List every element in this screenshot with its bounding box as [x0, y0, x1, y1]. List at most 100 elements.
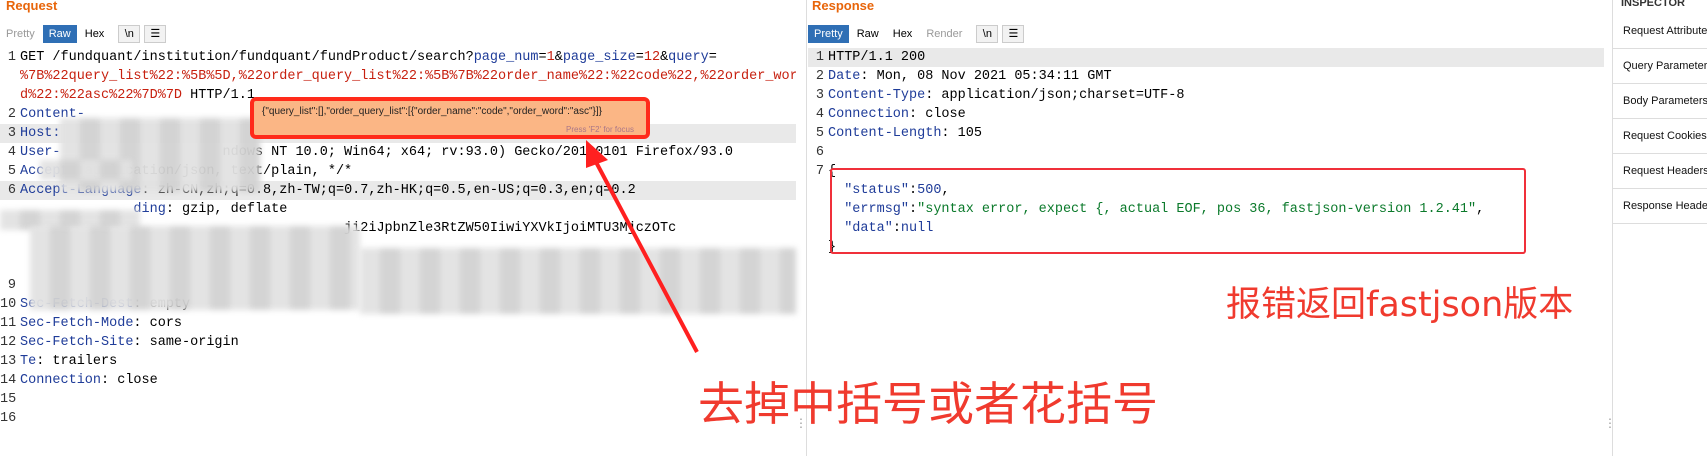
code-token: : gzip, deflate [165, 202, 288, 217]
code-token: : same-origin [133, 335, 239, 350]
inspector-item-request-headers[interactable]: Request Headers [1613, 154, 1707, 189]
code-token: 12 [643, 50, 661, 65]
line-content: Connection: close [828, 105, 1604, 124]
code-token: HTTP/1.1 200 [828, 50, 926, 65]
bracket-note: 去掉中括号或者花括号 [698, 377, 1158, 431]
line-number: 6 [815, 145, 824, 160]
line-content: Content-Type: application/json;charset=U… [828, 86, 1604, 105]
line-number: 7 [815, 164, 824, 179]
line-content: Te: trailers [20, 352, 796, 371]
inspector-item-request-attributes[interactable]: Request Attributes [1613, 14, 1707, 49]
hamburger-icon[interactable]: ☰ [144, 25, 167, 43]
line-number: 12 [0, 335, 17, 350]
request-pane-title: Request [6, 0, 58, 13]
line-content: Connection: close [20, 371, 796, 390]
inspector-item-response-headers[interactable]: Response Headers [1613, 189, 1707, 224]
hamburger-icon[interactable]: ☰ [1002, 25, 1025, 43]
code-token: 1 [546, 50, 555, 65]
code-token: page_size [562, 50, 636, 65]
line-content: %7B%22query_list%22:%5B%5D,%22order_quer… [20, 67, 796, 86]
tooltip-text: {"query_list":[],"order_query_list":[{"o… [262, 106, 602, 117]
line-number: 11 [0, 316, 17, 331]
tab-pretty[interactable]: Pretty [808, 25, 849, 43]
code-token: = [708, 50, 717, 65]
line-number [808, 181, 824, 200]
line-number: 6 [7, 183, 16, 198]
redacted-area [360, 248, 796, 314]
line-number [0, 86, 16, 105]
inspector-item-query-parameters[interactable]: Query Parameters [1613, 49, 1707, 84]
tab-render[interactable]: Render [920, 25, 968, 43]
redacted-area [60, 118, 260, 192]
request-toolbar: Pretty Raw Hex \n ☰ [0, 24, 167, 44]
line-number: 5 [815, 126, 824, 141]
code-token: = [538, 50, 547, 65]
code-token: : close [909, 107, 966, 122]
code-token: : trailers [36, 354, 118, 369]
error-highlight-box [830, 168, 1526, 254]
code-line[interactable]: 2 Date: Mon, 08 Nov 2021 05:34:11 GMT [808, 67, 1604, 86]
code-token: : application/json;charset=UTF-8 [925, 88, 1185, 103]
inspector-item-request-cookies[interactable]: Request Cookies [1613, 119, 1707, 154]
line-number: 10 [0, 297, 17, 312]
code-line[interactable]: 15 [0, 390, 796, 409]
code-token: page_num [473, 50, 539, 65]
code-token: : close [101, 373, 158, 388]
code-line[interactable]: 1 GET /fundquant/institution/fundquant/fu… [0, 48, 796, 67]
line-number [0, 238, 16, 257]
redacted-area [30, 226, 360, 310]
line-number: 14 [0, 373, 17, 388]
line-number: 4 [815, 107, 824, 122]
line-content: HTTP/1.1 200 [828, 48, 1604, 67]
inspector-panel: INSPECTOR Request Attributes Query Param… [1612, 0, 1707, 456]
response-pane-title: Response [812, 0, 875, 13]
code-line[interactable]: 4 Connection: close [808, 105, 1604, 124]
line-content: Date: Mon, 08 Nov 2021 05:34:11 GMT [828, 67, 1604, 86]
inspector-item-body-parameters[interactable]: Body Parameters [1613, 84, 1707, 119]
code-token: : cors [133, 316, 183, 331]
code-line[interactable]: 14 Connection: close [0, 371, 796, 390]
code-line[interactable]: 3 Content-Type: application/json;charset=… [808, 86, 1604, 105]
line-content [20, 390, 796, 409]
decoded-query-tooltip: {"query_list":[],"order_query_list":[{"o… [250, 97, 650, 139]
line-number: 1 [815, 50, 824, 65]
tab-hex[interactable]: Hex [887, 25, 919, 43]
newline-toggle-button[interactable]: \n [976, 25, 999, 43]
line-number: 15 [0, 392, 17, 407]
code-line[interactable]: 11 Sec-Fetch-Mode: cors [0, 314, 796, 333]
tab-raw[interactable]: Raw [851, 25, 885, 43]
code-line[interactable]: 5 Content-Length: 105 [808, 124, 1604, 143]
line-number: 3 [815, 88, 824, 103]
code-line[interactable]: %7B%22query_list%22:%5B%5D,%22order_quer… [0, 67, 796, 86]
tooltip-hint: Press 'F2' for focus [566, 125, 634, 134]
tab-hex[interactable]: Hex [79, 25, 111, 43]
line-content: Content-Length: 105 [828, 124, 1604, 143]
code-token: : Mon, 08 Nov 2021 05:34:11 GMT [860, 69, 1112, 84]
line-number: 4 [7, 145, 16, 160]
line-number [808, 219, 824, 238]
line-number: 1 [7, 50, 16, 65]
response-toolbar: Pretty Raw Hex Render \n ☰ [808, 24, 1025, 44]
code-token: Host: [20, 126, 61, 141]
line-content: GET /fundquant/institution/fundquant/fun… [20, 48, 796, 67]
code-line[interactable]: 12 Sec-Fetch-Site: same-origin [0, 333, 796, 352]
line-content [20, 409, 796, 428]
code-token: Date [828, 69, 861, 84]
redacted-area [40, 160, 132, 180]
code-line[interactable]: 16 [0, 409, 796, 428]
code-line[interactable]: 6 [808, 143, 1604, 162]
version-note: 报错返回fastjson版本 [1226, 285, 1574, 325]
line-number [0, 257, 16, 276]
tab-pretty[interactable]: Pretty [0, 25, 41, 43]
code-token: Connection [828, 107, 910, 122]
inspector-title: INSPECTOR [1621, 0, 1685, 9]
code-token: Te [20, 354, 37, 369]
line-number [0, 67, 16, 86]
tab-raw[interactable]: Raw [42, 25, 77, 43]
line-number [808, 200, 824, 219]
code-token: Sec-Fetch-Mode [20, 316, 134, 331]
line-number: 2 [815, 69, 824, 84]
code-line[interactable]: 1 HTTP/1.1 200 [808, 48, 1604, 67]
code-line[interactable]: 13 Te: trailers [0, 352, 796, 371]
newline-toggle-button[interactable]: \n [118, 25, 141, 43]
